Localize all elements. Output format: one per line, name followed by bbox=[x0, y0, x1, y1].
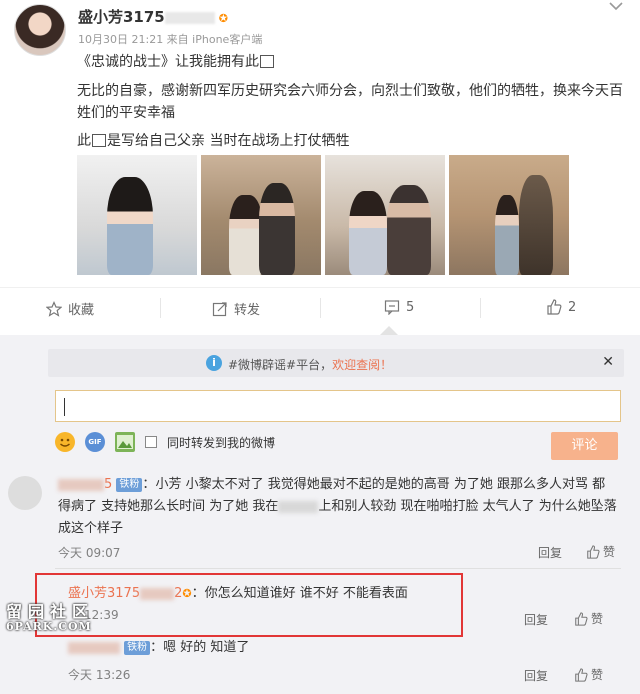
thumbs-up-icon bbox=[587, 544, 600, 559]
notice-tag-link[interactable]: #微博辟谣#平台， bbox=[228, 358, 332, 372]
comment-reply-item: 铁粉 ：嗯 好的 知道了 今天 13:26 回复 赞 bbox=[0, 635, 640, 694]
post-text-body: 无比的自豪，感谢新四军历史研究会六师分会，向烈士们致敬，他们的牺牲，换来今天百姓… bbox=[77, 83, 623, 121]
like-count: 2 bbox=[568, 299, 577, 315]
comment-toolbar: GIF 同时转发到我的微博 bbox=[55, 431, 275, 453]
post-text-title: 《忠诚的战士》让我能拥有此 bbox=[77, 54, 259, 70]
like-label: 赞 bbox=[591, 668, 604, 682]
thumbs-up-icon bbox=[575, 667, 588, 682]
commenter-name[interactable]: 5 bbox=[104, 477, 112, 492]
comment-body: 铁粉 ：嗯 好的 知道了 bbox=[68, 637, 628, 659]
watermark-top: 留园社区 bbox=[6, 602, 95, 621]
image-icon[interactable] bbox=[115, 432, 135, 452]
comment-input[interactable] bbox=[55, 390, 621, 422]
comment-time: 今天 13:26 bbox=[68, 668, 131, 682]
share-to-weibo-checkbox[interactable] bbox=[145, 436, 157, 448]
notice-text: #微博辟谣#平台，欢迎查阅！ bbox=[228, 356, 392, 373]
like-label: 赞 bbox=[603, 545, 616, 559]
comment-panel: i #微博辟谣#平台，欢迎查阅！ ✕ GIF 同时转发到我的微博 评论 5 铁粉… bbox=[0, 335, 640, 694]
photo-thumbnail[interactable] bbox=[201, 155, 321, 275]
comment-body: 5 铁粉 ：小芳 小黎太不对了 我觉得她最对不起的是她的高哥 为了她 跟那么多人对… bbox=[58, 477, 617, 536]
missing-glyph-box bbox=[260, 55, 274, 68]
weibo-post: 盛小芳3175 ✪ 10月30日 21:21 来自 iPhone客户端 《忠诚的战… bbox=[0, 0, 640, 345]
fan-badge: 铁粉 bbox=[116, 478, 143, 492]
notice-link[interactable]: 欢迎查阅！ bbox=[332, 358, 392, 372]
gif-icon[interactable]: GIF bbox=[85, 432, 105, 452]
commenter-avatar[interactable] bbox=[8, 476, 42, 510]
rumor-notice-bar: i #微博辟谣#平台，欢迎查阅！ ✕ bbox=[48, 349, 624, 377]
author-name-mask bbox=[164, 11, 215, 24]
chevron-down-icon[interactable] bbox=[608, 0, 624, 12]
post-text-suffix: 是写给自己父亲 当时在战场上打仗牺牲 bbox=[107, 133, 350, 149]
repost-button[interactable]: 转发 bbox=[212, 299, 260, 318]
thumbs-up-icon bbox=[575, 611, 588, 626]
site-watermark: 留园社区 6PARK.COM bbox=[6, 598, 94, 633]
highlight-annotation-box bbox=[35, 573, 463, 637]
text-cursor bbox=[64, 398, 65, 416]
photo-thumbnail[interactable] bbox=[325, 155, 445, 275]
divider bbox=[55, 568, 621, 569]
commenter-name-mask bbox=[58, 478, 104, 491]
reply-button[interactable]: 回复 bbox=[524, 667, 548, 684]
comment-like-button[interactable]: 赞 bbox=[586, 543, 615, 560]
divider bbox=[160, 298, 161, 318]
like-label: 赞 bbox=[591, 612, 604, 626]
post-text-line-1: 《忠诚的战士》让我能拥有此 bbox=[77, 51, 275, 73]
watermark-bottom: 6PARK.COM bbox=[6, 620, 92, 633]
comment-count: 5 bbox=[406, 299, 415, 315]
emoji-icon[interactable] bbox=[55, 432, 75, 452]
comment-panel-pointer bbox=[380, 326, 398, 335]
photo-thumbnail[interactable] bbox=[449, 155, 569, 275]
repost-icon bbox=[212, 301, 227, 316]
close-icon[interactable]: ✕ bbox=[602, 354, 614, 370]
reply-button[interactable]: 回复 bbox=[538, 544, 562, 561]
redacted-mask bbox=[278, 500, 319, 513]
repost-label: 转发 bbox=[234, 303, 261, 318]
author-name[interactable]: 盛小芳3175 ✪ bbox=[78, 6, 228, 27]
submit-comment-button[interactable]: 评论 bbox=[551, 432, 618, 460]
author-avatar[interactable] bbox=[14, 4, 66, 56]
favorite-label: 收藏 bbox=[68, 303, 95, 318]
info-icon: i bbox=[206, 355, 222, 371]
comment-button[interactable]: 5 bbox=[384, 299, 414, 315]
comment-time: 今天 09:07 bbox=[58, 546, 121, 560]
comment-item: 5 铁粉 ：小芳 小黎太不对了 我觉得她最对不起的是她的高哥 为了她 跟那么多人对… bbox=[0, 470, 640, 568]
member-badge-icon: ✪ bbox=[218, 12, 228, 25]
post-text-prefix: 此 bbox=[77, 133, 91, 149]
star-icon bbox=[46, 300, 62, 317]
thumbs-up-icon bbox=[547, 299, 562, 315]
missing-glyph-box bbox=[92, 134, 106, 147]
comment-like-button[interactable]: 赞 bbox=[574, 610, 603, 627]
post-text-line-3: 此是写给自己父亲 当时在战场上打仗牺牲 bbox=[77, 130, 349, 152]
comment-text: 嗯 好的 知道了 bbox=[163, 640, 250, 655]
post-meta: 10月30日 21:21 来自 iPhone客户端 bbox=[78, 33, 263, 46]
comment-icon bbox=[384, 300, 400, 315]
commenter-name-mask bbox=[68, 641, 120, 654]
favorite-button[interactable]: 收藏 bbox=[46, 299, 94, 318]
divider bbox=[320, 298, 321, 318]
fan-badge: 铁粉 bbox=[124, 641, 151, 655]
author-name-text[interactable]: 盛小芳3175 bbox=[78, 8, 165, 26]
comment-like-button[interactable]: 赞 bbox=[574, 666, 603, 683]
reply-button[interactable]: 回复 bbox=[524, 611, 548, 628]
photo-thumbnail[interactable] bbox=[77, 155, 197, 275]
share-to-weibo-label[interactable]: 同时转发到我的微博 bbox=[167, 434, 275, 451]
divider bbox=[480, 298, 481, 318]
post-action-bar: 收藏 转发 5 2 bbox=[0, 287, 640, 327]
like-button[interactable]: 2 bbox=[546, 299, 576, 315]
